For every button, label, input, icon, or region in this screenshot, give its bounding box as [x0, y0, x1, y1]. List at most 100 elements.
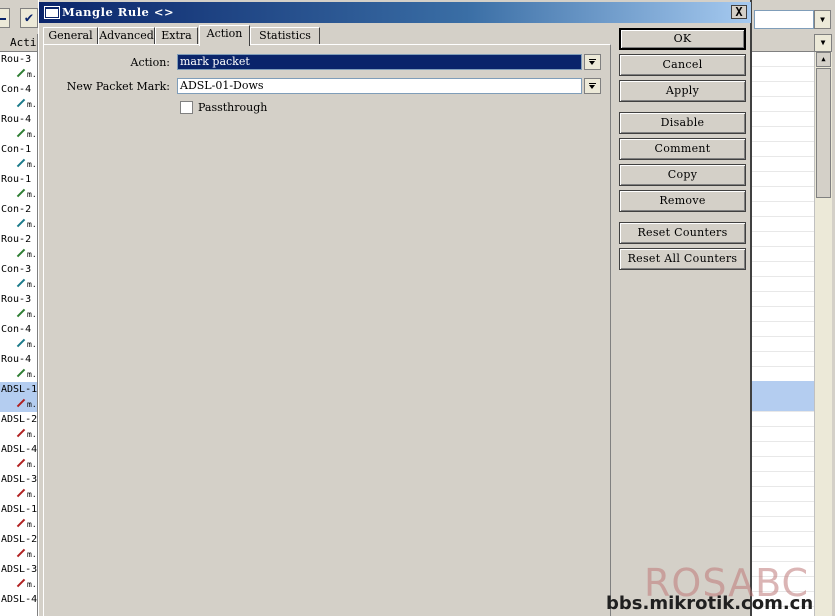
disable-button[interactable]: Disable	[619, 112, 746, 134]
scrollbar-thumb[interactable]	[816, 68, 831, 198]
list-grid	[752, 52, 814, 616]
list-item-label: ADSL-3	[1, 474, 37, 485]
list-item[interactable]: m.	[0, 217, 37, 232]
list-item[interactable]: ADSL-2	[0, 532, 37, 547]
action-select[interactable]: mark packet	[177, 54, 582, 70]
list-item-label: ADSL-1	[1, 504, 37, 515]
tab-statistics[interactable]: Statistics	[250, 27, 320, 45]
watermark-url: bbs.mikrotik.com.cn	[606, 593, 814, 614]
action-chevron-down-icon[interactable]	[584, 54, 601, 70]
list-item-label: ADSL-1	[1, 384, 37, 395]
list-item-label: m.	[27, 520, 37, 529]
list-item-label: ADSL-4	[1, 594, 37, 605]
tab-extra[interactable]: Extra	[155, 27, 198, 45]
list-item[interactable]: m.	[0, 277, 37, 292]
packet-mark-chevron-down-icon[interactable]	[584, 78, 601, 94]
reset-all-counters-button[interactable]: Reset All Counters	[619, 248, 746, 270]
passthrough-checkbox[interactable]	[180, 101, 193, 114]
list-item-label: Con-2	[1, 204, 32, 215]
scroll-up-icon[interactable]: ▲	[816, 52, 831, 67]
close-button[interactable]: X	[731, 5, 747, 19]
remove-icon[interactable]	[0, 8, 10, 28]
cancel-button[interactable]: Cancel	[619, 54, 746, 76]
mangle-rule-icon	[15, 368, 25, 378]
remove-button[interactable]: Remove	[619, 190, 746, 212]
list-item[interactable]: m.	[0, 307, 37, 322]
copy-button[interactable]: Copy	[619, 164, 746, 186]
tab-action[interactable]: Action	[199, 25, 250, 46]
list-item[interactable]: Rou-2	[0, 232, 37, 247]
mangle-rule-icon	[15, 158, 25, 168]
list-item[interactable]: m.	[0, 187, 37, 202]
list-item[interactable]: Con-4	[0, 82, 37, 97]
column-chevron-down-icon[interactable]: ▼	[814, 34, 832, 52]
list-item[interactable]: m.	[0, 367, 37, 382]
comment-button[interactable]: Comment	[619, 138, 746, 160]
list-item[interactable]: m.	[0, 337, 37, 352]
list-item[interactable]: Con-1	[0, 142, 37, 157]
list-item-label: m.	[27, 190, 37, 199]
list-item[interactable]: ADSL-1	[0, 382, 37, 397]
list-item-label: ADSL-3	[1, 564, 37, 575]
reset-counters-button[interactable]: Reset Counters	[619, 222, 746, 244]
list-item[interactable]: Rou-3	[0, 52, 37, 67]
chevron-down-icon[interactable]: ▼	[814, 10, 831, 29]
list-item-label: m.	[27, 550, 37, 559]
list-item[interactable]: Rou-4	[0, 112, 37, 127]
vertical-scrollbar[interactable]: ▲	[814, 52, 832, 616]
list-item-label: m.	[27, 280, 37, 289]
list-item[interactable]: Rou-4	[0, 352, 37, 367]
list-item[interactable]: ADSL-3	[0, 472, 37, 487]
mangle-rule-icon	[15, 518, 25, 528]
list-item[interactable]: m.	[0, 247, 37, 262]
list-item-label: Rou-2	[1, 234, 32, 245]
list-item[interactable]: Con-2	[0, 202, 37, 217]
list-item[interactable]: m.	[0, 487, 37, 502]
list-item[interactable]: m.	[0, 97, 37, 112]
selected-row-highlight	[752, 381, 814, 411]
list-item[interactable]: m.	[0, 127, 37, 142]
mangle-rule-icon	[15, 428, 25, 438]
mangle-rule-icon	[15, 308, 25, 318]
list-item[interactable]: m.	[0, 517, 37, 532]
list-item[interactable]: Con-4	[0, 322, 37, 337]
title-bar[interactable]: Mangle Rule <> X	[39, 2, 751, 23]
list-item-label: m.	[27, 130, 37, 139]
mangle-rule-icon	[15, 68, 25, 78]
column-header[interactable]	[752, 34, 814, 52]
list-item[interactable]: m.	[0, 157, 37, 172]
list-item[interactable]: Con-3	[0, 262, 37, 277]
list-item[interactable]: ADSL-4	[0, 442, 37, 457]
list-item-label: Rou-3	[1, 54, 32, 65]
apply-button[interactable]: Apply	[619, 80, 746, 102]
mangle-rule-icon	[15, 488, 25, 498]
list-item[interactable]: m.	[0, 427, 37, 442]
list-item[interactable]: Rou-3	[0, 292, 37, 307]
tab-general[interactable]: General	[43, 27, 98, 45]
mangle-rule-icon	[15, 548, 25, 558]
column-header-action[interactable]: Acti	[0, 34, 37, 52]
passthrough-label[interactable]: Passthrough	[198, 101, 267, 114]
list-item-label: m.	[27, 340, 37, 349]
list-item-label: m.	[27, 250, 37, 259]
mangle-rule-icon	[15, 128, 25, 138]
filter-dropdown-field[interactable]	[754, 10, 814, 29]
list-item-label: m.	[27, 310, 37, 319]
list-item[interactable]: Rou-1	[0, 172, 37, 187]
list-item[interactable]: m.	[0, 397, 37, 412]
list-item[interactable]: m.	[0, 547, 37, 562]
list-item[interactable]: m.	[0, 67, 37, 82]
list-item[interactable]: ADSL-3	[0, 562, 37, 577]
enable-check-icon[interactable]: ✔	[20, 8, 38, 28]
list-item[interactable]: m.	[0, 577, 37, 592]
window-icon	[44, 6, 60, 19]
list-item-label: m.	[27, 100, 37, 109]
new-packet-mark-input[interactable]: ADSL-01-Dows	[177, 78, 582, 94]
list-item[interactable]: ADSL-4	[0, 592, 37, 607]
list-item[interactable]: ADSL-1	[0, 502, 37, 517]
list-item[interactable]: m.	[0, 457, 37, 472]
ok-button[interactable]: OK	[619, 28, 746, 50]
list-item[interactable]: ADSL-2	[0, 412, 37, 427]
list-item-label: Rou-1	[1, 174, 32, 185]
tab-advanced[interactable]: Advanced	[98, 27, 155, 45]
